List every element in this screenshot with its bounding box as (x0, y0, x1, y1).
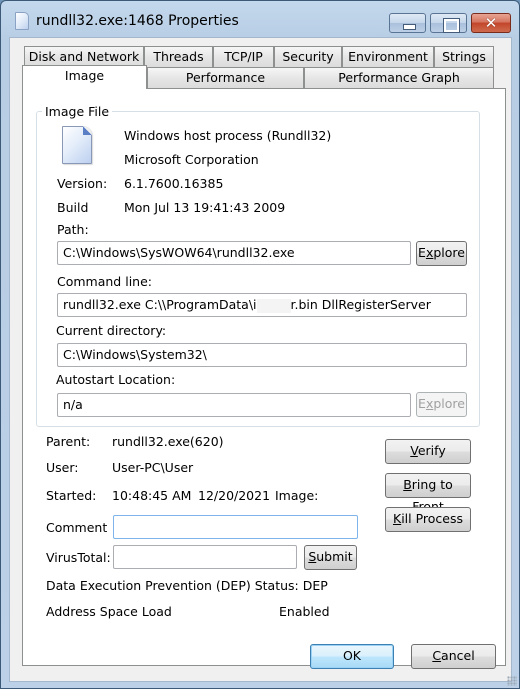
build-value: Mon Jul 13 19:41:43 2009 (124, 200, 286, 215)
current-directory-field[interactable]: C:\Windows\System32\ (57, 343, 467, 367)
command-line-field[interactable]: rundll32.exe C:\\ProgramData\i r.bin DllR… (57, 293, 467, 317)
started-date: 12/20/2021 (198, 488, 271, 503)
image-file-group-label: Image File (42, 104, 113, 119)
started-time: 10:48:45 AM (112, 488, 192, 503)
verify-button[interactable]: Verify (385, 439, 471, 464)
path-explore-button[interactable]: Explore (416, 241, 467, 266)
virustotal-label: VirusTotal: (46, 550, 111, 565)
command-line-label: Command line: (57, 274, 152, 289)
resize-grip[interactable] (507, 676, 517, 686)
parent-label: Parent: (46, 434, 91, 449)
started-image-label: Image: (275, 488, 319, 503)
user-label: User: (46, 460, 79, 475)
autostart-explore-button[interactable]: Explore (416, 392, 467, 417)
aslr-value: Enabled (279, 604, 330, 619)
properties-window: rundll32.exe:1468 Properties ✕ Disk and … (0, 0, 520, 689)
bring-to-front-button[interactable]: Bring to Front (385, 473, 471, 514)
aslr-label: Address Space Load (46, 604, 172, 619)
comment-label: Comment (46, 520, 108, 535)
version-value: 6.1.7600.16385 (124, 176, 224, 191)
image-description: Windows host process (Rundll32) (124, 128, 332, 143)
cancel-button[interactable]: Cancel (411, 644, 496, 669)
parent-value: rundll32.exe(620) (112, 434, 224, 449)
file-icon (62, 126, 92, 164)
started-label: Started: (46, 488, 97, 503)
redacted-text (256, 298, 291, 313)
dep-status: Data Execution Prevention (DEP) Status: … (46, 578, 328, 593)
image-company: Microsoft Corporation (124, 152, 259, 167)
virustotal-field[interactable] (113, 545, 297, 569)
build-label: Build (57, 200, 89, 215)
path-field[interactable]: C:\Windows\SysWOW64\rundll32.exe (57, 241, 411, 265)
version-label: Version: (57, 176, 108, 191)
autostart-location-field[interactable]: n/a (57, 393, 411, 417)
comment-input[interactable] (113, 515, 358, 539)
kill-process-button[interactable]: Kill Process (385, 507, 471, 532)
ok-button[interactable]: OK (310, 644, 394, 669)
user-value: User-PC\User (112, 460, 194, 475)
submit-button[interactable]: Submit (304, 545, 357, 570)
current-directory-label: Current directory: (56, 323, 167, 338)
path-label: Path: (57, 222, 89, 237)
autostart-location-label: Autostart Location: (56, 372, 176, 387)
